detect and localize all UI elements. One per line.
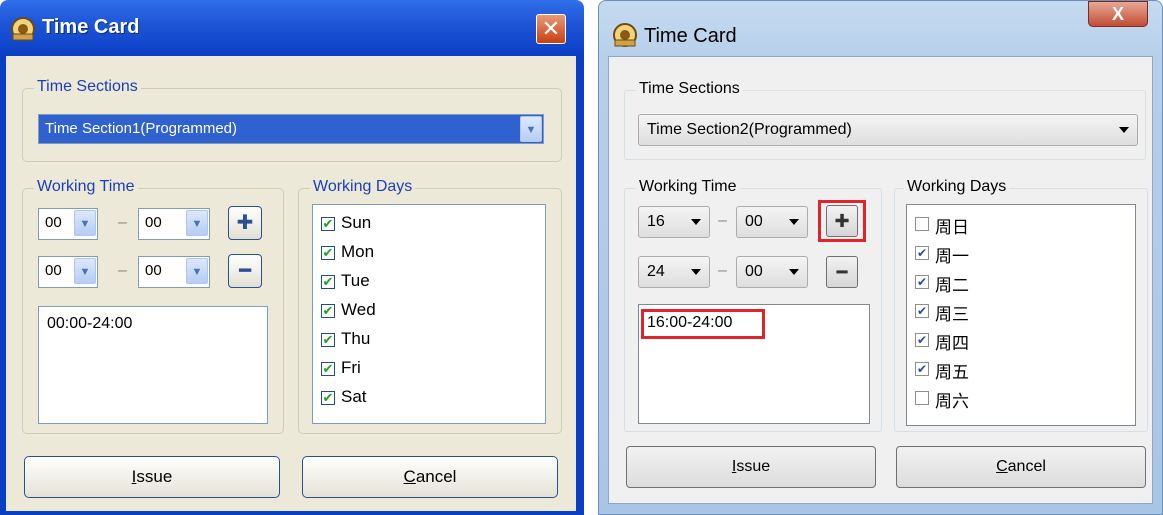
day-label-tue[interactable]: 周二: [935, 271, 969, 296]
win7-time-card-window: Time Card X Time Sections Time Section2(…: [598, 0, 1163, 515]
end-hour-value: 00: [45, 262, 62, 279]
day-label-sat[interactable]: 周六: [935, 387, 969, 412]
day-checkbox[interactable]: ✔: [321, 275, 335, 289]
day-checkbox[interactable]: ✔: [915, 275, 929, 289]
chevron-down-icon[interactable]: [789, 219, 799, 225]
working-days-label: Working Days: [310, 178, 416, 196]
end-hour-select[interactable]: 00 ▼: [38, 256, 98, 288]
xp-time-card-window: Time Card ✕ Time Sections Time Section1(…: [0, 0, 584, 515]
time-range-list[interactable]: 16:00-24:00: [638, 304, 870, 424]
close-icon[interactable]: X: [1088, 1, 1148, 27]
working-days-list: ✔ Sun ✔ Mon ✔ Tue ✔ Wed ✔ Thu ✔ Fri ✔ Sa…: [312, 204, 546, 424]
chevron-down-icon[interactable]: ▼: [74, 258, 96, 284]
chevron-down-icon[interactable]: [789, 269, 799, 275]
start-hour-select[interactable]: 16: [638, 206, 710, 238]
day-label-mon[interactable]: Mon: [341, 242, 374, 262]
chevron-down-icon[interactable]: ▼: [186, 258, 208, 284]
working-days-label: Working Days: [904, 178, 1010, 196]
cancel-accelerator: C: [403, 467, 416, 486]
start-hour-select[interactable]: 00 ▼: [38, 208, 98, 240]
issue-label: ssue: [136, 467, 173, 486]
time-range-list[interactable]: 00:00-24:00: [38, 306, 268, 424]
list-item[interactable]: 16:00-24:00: [647, 314, 732, 332]
day-label-fri[interactable]: 周五: [935, 358, 969, 383]
app-icon: [613, 23, 637, 47]
range-dash: –: [718, 212, 727, 229]
start-hour-value: 00: [45, 214, 62, 231]
chevron-down-icon[interactable]: ▼: [74, 210, 96, 236]
cancel-button[interactable]: Cancel: [896, 446, 1146, 488]
issue-button[interactable]: Issue: [626, 446, 876, 488]
start-minute-select[interactable]: 00: [736, 206, 808, 238]
day-label-sat[interactable]: Sat: [341, 387, 367, 407]
day-checkbox[interactable]: [915, 391, 929, 405]
time-sections-label: Time Sections: [34, 78, 141, 96]
day-label-tue[interactable]: Tue: [341, 271, 370, 291]
remove-time-button[interactable]: ━: [826, 256, 858, 288]
day-label-thu[interactable]: 周四: [935, 329, 969, 354]
chevron-down-icon[interactable]: [691, 219, 701, 225]
end-minute-select[interactable]: 00: [736, 256, 808, 288]
working-time-label: Working Time: [636, 178, 740, 196]
day-checkbox[interactable]: ✔: [321, 333, 335, 347]
day-checkbox[interactable]: ✔: [321, 246, 335, 260]
time-section-select[interactable]: Time Section1(Programmed) ▼: [38, 114, 544, 144]
list-item[interactable]: 00:00-24:00: [47, 315, 132, 333]
issue-label: ssue: [736, 458, 771, 475]
range-dash: –: [118, 262, 127, 279]
day-checkbox[interactable]: ✔: [321, 304, 335, 318]
cancel-accelerator: C: [996, 458, 1008, 475]
chevron-down-icon[interactable]: ▼: [520, 116, 542, 142]
working-time-label: Working Time: [34, 178, 138, 196]
cancel-label: ancel: [415, 467, 457, 486]
start-hour-value: 16: [647, 213, 665, 230]
cancel-label: ancel: [1007, 458, 1046, 475]
time-section-value: Time Section2(Programmed): [647, 121, 852, 138]
start-minute-value: 00: [145, 214, 162, 231]
end-hour-value: 24: [647, 263, 665, 280]
chevron-down-icon[interactable]: [1119, 127, 1129, 133]
add-time-button[interactable]: ✚: [826, 205, 858, 237]
end-minute-select[interactable]: 00 ▼: [138, 256, 210, 288]
end-minute-value: 00: [145, 262, 162, 279]
start-minute-select[interactable]: 00 ▼: [138, 208, 210, 240]
day-checkbox[interactable]: ✔: [915, 362, 929, 376]
range-dash: –: [118, 214, 127, 231]
time-section-value: Time Section1(Programmed): [45, 120, 238, 137]
end-hour-select[interactable]: 24: [638, 256, 710, 288]
cancel-button[interactable]: Cancel: [302, 456, 558, 498]
add-time-button[interactable]: ✚: [228, 206, 262, 240]
issue-button[interactable]: Issue: [24, 456, 280, 498]
day-checkbox[interactable]: ✔: [321, 362, 335, 376]
remove-time-button[interactable]: ━: [228, 254, 262, 288]
day-label-thu[interactable]: Thu: [341, 329, 370, 349]
chevron-down-icon[interactable]: ▼: [186, 210, 208, 236]
end-minute-value: 00: [745, 263, 763, 280]
day-checkbox[interactable]: ✔: [915, 304, 929, 318]
day-label-sun[interactable]: Sun: [341, 213, 371, 233]
day-label-wed[interactable]: 周三: [935, 300, 969, 325]
day-label-sun[interactable]: 周日: [935, 213, 969, 238]
day-checkbox[interactable]: ✔: [321, 217, 335, 231]
window-title: Time Card: [42, 16, 140, 38]
day-label-fri[interactable]: Fri: [341, 358, 361, 378]
time-sections-label: Time Sections: [636, 80, 743, 98]
chevron-down-icon[interactable]: [691, 269, 701, 275]
day-label-wed[interactable]: Wed: [341, 300, 376, 320]
close-icon[interactable]: ✕: [536, 14, 566, 44]
range-dash: –: [718, 262, 727, 279]
window-title: Time Card: [644, 25, 737, 47]
time-section-select[interactable]: Time Section2(Programmed): [638, 114, 1138, 146]
start-minute-value: 00: [745, 213, 763, 230]
app-icon: [11, 17, 35, 41]
day-checkbox[interactable]: [915, 217, 929, 231]
day-checkbox[interactable]: ✔: [915, 333, 929, 347]
day-checkbox[interactable]: ✔: [321, 391, 335, 405]
day-label-mon[interactable]: 周一: [935, 242, 969, 267]
day-checkbox[interactable]: ✔: [915, 246, 929, 260]
working-days-list: 周日 ✔ 周一 ✔ 周二 ✔ 周三 ✔ 周四 ✔ 周五 周六: [906, 204, 1136, 426]
